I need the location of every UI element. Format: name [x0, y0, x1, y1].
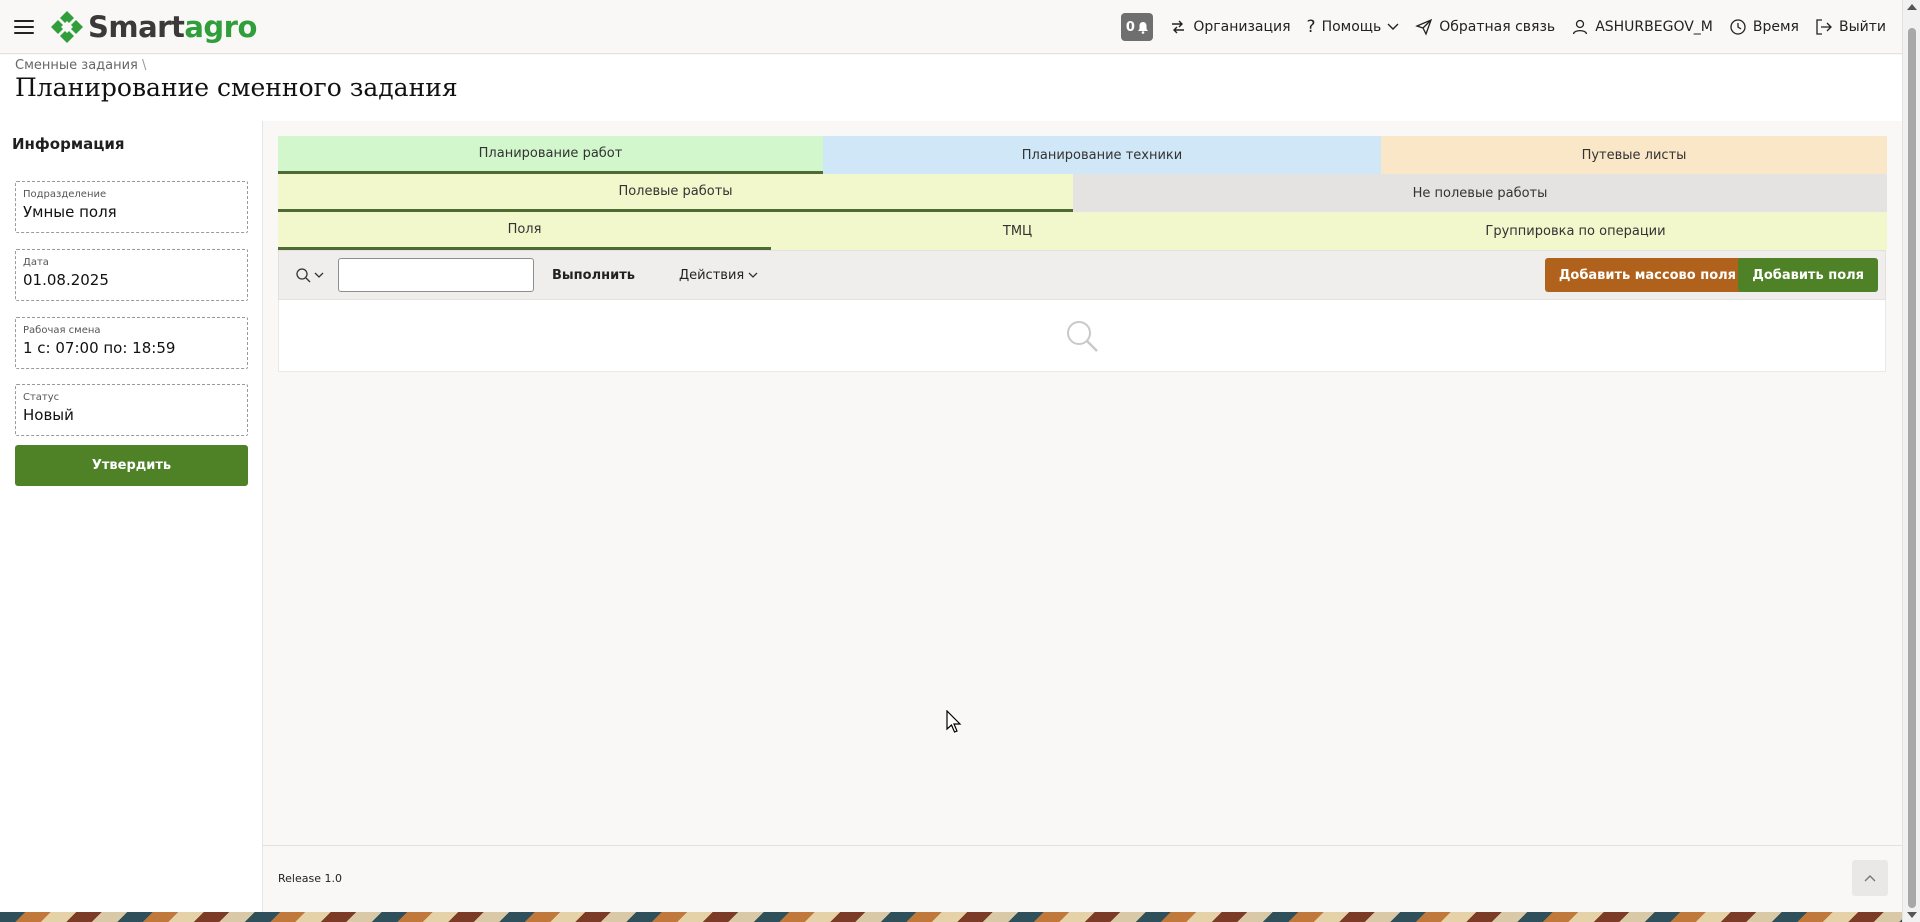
scrollbar-thumb[interactable]	[1908, 28, 1916, 908]
search-input[interactable]	[338, 258, 534, 292]
actions-menu-button[interactable]: Действия	[679, 268, 758, 283]
tab-waybills[interactable]: Путевые листы	[1381, 136, 1887, 174]
shift-field[interactable]: Рабочая смена 1 с: 07:00 по: 18:59	[15, 317, 248, 369]
scroll-up-arrow-icon[interactable]	[1907, 4, 1917, 10]
page-scrollbar[interactable]	[1902, 0, 1920, 922]
division-value: Умные поля	[23, 203, 117, 221]
status-value: Новый	[23, 406, 74, 424]
info-panel: Информация Подразделение Умные поля Дата…	[0, 121, 263, 922]
footer: Release 1.0	[263, 845, 1902, 912]
send-icon	[1415, 18, 1433, 36]
tab-field-work[interactable]: Полевые работы	[278, 174, 1073, 212]
tab-non-field-work[interactable]: Не полевые работы	[1073, 174, 1887, 212]
status-field[interactable]: Статус Новый	[15, 384, 248, 436]
scroll-to-top-button[interactable]	[1852, 860, 1888, 896]
user-menu[interactable]: ASHURBEGOV_M	[1571, 18, 1713, 36]
breadcrumb[interactable]: Сменные задания \	[15, 58, 146, 73]
results-area	[278, 300, 1886, 372]
chevron-down-icon	[314, 272, 324, 278]
add-mass-fields-button[interactable]: Добавить массово поля	[1544, 258, 1750, 292]
decorative-pattern-strip	[0, 912, 1902, 922]
title-bar: Сменные задания \ Планирование сменного …	[0, 55, 1902, 121]
approve-button[interactable]: Утвердить	[15, 445, 248, 486]
add-fields-button[interactable]: Добавить поля	[1738, 258, 1878, 292]
user-name: ASHURBEGOV_M	[1595, 19, 1713, 35]
shift-value: 1 с: 07:00 по: 18:59	[23, 339, 176, 357]
time-link[interactable]: Время	[1729, 18, 1799, 36]
tabs-row-primary: Планирование работ Планирование техники …	[278, 136, 1887, 174]
status-label: Статус	[23, 392, 60, 403]
organization-label: Организация	[1193, 19, 1291, 35]
logo[interactable]: Smartagro	[50, 10, 257, 44]
tab-grouping-by-operation[interactable]: Группировка по операции	[1264, 212, 1887, 250]
app-header: Smartagro 0 Организация ? Помощь Обратна…	[0, 0, 1902, 54]
question-icon: ?	[1306, 17, 1316, 37]
user-icon	[1573, 19, 1588, 35]
search-column-toggle[interactable]	[295, 267, 324, 284]
tab-fields[interactable]: Поля	[278, 212, 771, 250]
tab-work-planning[interactable]: Планирование работ	[278, 136, 823, 174]
time-label: Время	[1752, 19, 1799, 35]
release-version: Release 1.0	[278, 872, 342, 885]
division-label: Подразделение	[23, 189, 107, 200]
date-field[interactable]: Дата 01.08.2025	[15, 249, 248, 301]
shift-label: Рабочая смена	[23, 325, 101, 336]
tab-inventory[interactable]: ТМЦ	[771, 212, 1264, 250]
mouse-cursor-icon	[946, 710, 962, 733]
logout-label: Выйти	[1838, 19, 1886, 35]
clock-icon	[1730, 19, 1746, 35]
help-label: Помощь	[1321, 19, 1382, 35]
tab-equipment-planning[interactable]: Планирование техники	[823, 136, 1381, 174]
chevron-down-icon	[1387, 23, 1399, 30]
execute-button[interactable]: Выполнить	[552, 268, 635, 283]
search-toolbar: Выполнить Действия Добавить массово поля…	[278, 250, 1886, 300]
search-icon	[296, 267, 311, 282]
notifications-button[interactable]: 0	[1121, 13, 1154, 41]
chevron-up-icon	[1864, 875, 1876, 882]
help-menu[interactable]: ? Помощь	[1307, 17, 1400, 37]
main-content: Планирование работ Планирование техники …	[263, 121, 1902, 845]
tabs-row-tertiary: Поля ТМЦ Группировка по операции	[278, 212, 1887, 250]
bell-icon	[1137, 21, 1148, 34]
actions-label: Действия	[678, 267, 745, 283]
date-label: Дата	[23, 257, 49, 268]
logo-mark-icon	[51, 10, 83, 43]
menu-icon[interactable]	[14, 19, 34, 34]
chevron-down-icon	[748, 272, 758, 278]
scroll-down-arrow-icon[interactable]	[1907, 912, 1917, 918]
notifications-count: 0	[1125, 19, 1135, 35]
logo-text: Smartagro	[88, 9, 257, 44]
logout-icon	[1816, 19, 1832, 35]
feedback-link[interactable]: Обратная связь	[1415, 18, 1555, 36]
feedback-label: Обратная связь	[1439, 19, 1556, 35]
division-field[interactable]: Подразделение Умные поля	[15, 181, 248, 233]
tabs-row-secondary: Полевые работы Не полевые работы	[278, 174, 1887, 212]
switch-icon	[1172, 20, 1185, 34]
page-title: Планирование сменного задания	[15, 73, 458, 102]
date-value: 01.08.2025	[23, 271, 109, 289]
empty-search-icon	[1067, 320, 1098, 352]
organization-link[interactable]: Организация	[1169, 18, 1291, 36]
logout-link[interactable]: Выйти	[1815, 18, 1886, 36]
info-panel-title: Информация	[12, 135, 125, 153]
